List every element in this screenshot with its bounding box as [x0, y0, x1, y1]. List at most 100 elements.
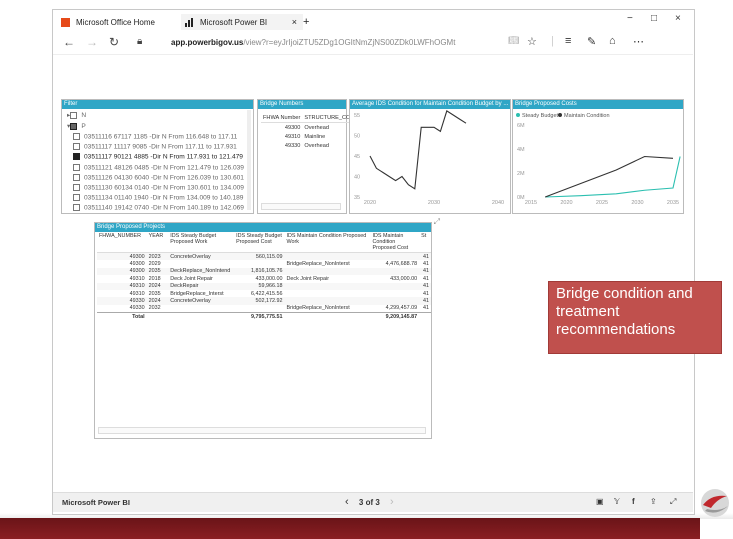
filter-group-n[interactable]: ▸ N	[67, 111, 86, 119]
callout-text: Bridge condition and treatment recommend…	[556, 285, 693, 338]
bridge-projects-table: Bridge Proposed Projects FHWA_NUMBER YEA…	[94, 217, 440, 439]
table-row[interactable]: 49310 2024 DeckRepair 59,966.18 41	[97, 282, 431, 290]
series-line[interactable]	[545, 156, 681, 198]
hub-icon[interactable]: ≡	[565, 35, 571, 47]
column-header[interactable]: IDS Steady Budget Proposed Work	[168, 232, 235, 253]
favorite-star-icon[interactable]: ☆	[527, 35, 537, 48]
checkbox[interactable]	[70, 111, 78, 119]
cell	[419, 313, 431, 321]
checkbox[interactable]	[70, 122, 78, 130]
back-icon[interactable]: ←	[63, 35, 75, 49]
cell	[371, 297, 420, 304]
table-row[interactable]: 49310 Mainline	[261, 132, 352, 141]
series-line[interactable]	[369, 110, 467, 190]
table-row[interactable]: 49310 2035 BridgeReplace_Interst 6,422,415.…	[97, 290, 431, 297]
checkbox[interactable]	[73, 133, 80, 140]
bridge-numbers-grid: FHWA Number STRUCTURE_CO 49300 Overhead 4…	[261, 113, 353, 150]
filter-item[interactable]: 03511117 90121 4885 -Dir N From 117.931 …	[73, 153, 243, 161]
column-header[interactable]: FHWA Number	[261, 113, 302, 123]
focus-mode-icon[interactable]: ⤢	[434, 217, 440, 227]
table-row[interactable]: 49330 Overhead	[261, 141, 352, 150]
next-page-button[interactable]: ›	[390, 496, 394, 508]
filter-item-label: 03511116 67117 1185 -Dir N From 116.648 …	[84, 133, 238, 141]
url-field[interactable]: app.powerbigov.us/view?r=eyJrIjoiZTU5ZDg…	[171, 38, 456, 47]
filter-scrollbar[interactable]	[247, 110, 251, 210]
filter-item[interactable]: 03511134 01140 1940 -Dir N From 134.009 …	[73, 194, 243, 201]
cell: 49310	[284, 133, 301, 140]
checkbox[interactable]	[73, 143, 80, 151]
table-row[interactable]: 49330 2032 BridgeReplace_NonInterst 4,299,4…	[97, 305, 431, 313]
minimize-icon[interactable]: −	[627, 13, 633, 24]
table-row[interactable]: 49330 2024 ConcreteOverlay 502,172.92 41	[97, 297, 431, 305]
condition-plot: 35 40 45 50 55 2020 2030 2040	[354, 110, 504, 206]
filter-title: Filter	[62, 100, 253, 109]
close-window-icon[interactable]: ×	[675, 13, 681, 24]
filter-item[interactable]: 03511130 60134 0140 -Dir N From 130.601 …	[73, 184, 244, 191]
cell: 49300	[129, 261, 145, 268]
column-header[interactable]: IDS Maintain Condition Proposed Cost	[370, 232, 420, 253]
column-header[interactable]: FHWA_NUMBER	[97, 232, 147, 253]
twitter-icon[interactable]: 𝕐	[614, 497, 620, 506]
x-tick-label: 2025	[596, 200, 608, 206]
legend-label: Maintain Condition	[564, 113, 610, 119]
table-row[interactable]: 49300 2023 ConcreteOverlay 560,115.09 41	[97, 252, 431, 261]
address-bar: ← → ↻ 🔒︎ app.powerbigov.us/view?r=eyJrIj…	[53, 32, 693, 55]
fullscreen-icon[interactable]: ⤢	[670, 497, 676, 507]
facebook-icon[interactable]: f	[632, 497, 635, 506]
share-icon[interactable]: ⌂	[609, 35, 616, 47]
web-note-icon[interactable]: ✎	[587, 35, 596, 48]
column-header[interactable]: YEAR	[146, 232, 169, 253]
checkbox[interactable]	[73, 163, 80, 171]
filter-item-label: 03511130 60134 0140 -Dir N From 130.601 …	[84, 184, 244, 192]
filter-group-p[interactable]: ▾ P	[67, 122, 86, 130]
table-row[interactable]: 49300 2035 DeckReplace_NonIntend 1,816,105.…	[97, 267, 431, 276]
filter-item[interactable]: 03511121 48126 0485 -Dir N From 121.479 …	[73, 163, 244, 171]
series-line[interactable]	[545, 155, 674, 198]
tab-label: Microsoft Power BI	[200, 17, 268, 27]
filter-item[interactable]: 03511116 67117 1185 -Dir N From 116.648 …	[73, 133, 237, 140]
tab-power-bi[interactable]: Microsoft Power BI ×	[181, 14, 303, 30]
checkbox[interactable]	[73, 184, 80, 191]
x-tick-label: 2030	[631, 200, 643, 206]
horizontal-scrollbar[interactable]	[98, 427, 426, 434]
cell	[168, 313, 234, 321]
filter-item[interactable]: 03511117 11117 9085 -Dir N From 117.11 t…	[73, 143, 237, 150]
cell: 49300	[129, 268, 145, 275]
maximize-icon[interactable]: □	[651, 13, 657, 24]
column-header[interactable]: IDS Steady Budget Proposed Cost	[234, 232, 285, 253]
power-bi-icon	[185, 17, 194, 27]
prev-page-button[interactable]: ‹	[345, 496, 349, 508]
checkbox[interactable]	[73, 194, 80, 202]
share-report-icon[interactable]: ⇪	[650, 497, 657, 506]
checkbox[interactable]	[73, 153, 80, 161]
table-row[interactable]: 49300 Overhead	[261, 123, 352, 133]
filter-item[interactable]: 03511140 19142 0740 -Dir N From 140.189 …	[73, 204, 244, 212]
column-header[interactable]: STRUCTURE_CO	[302, 113, 352, 123]
table-row[interactable]: 49310 2018 Deck Joint Repair 433,000.00 Deck…	[97, 275, 431, 282]
filter-item-label: 03511134 01140 1940 -Dir N From 134.009 …	[84, 194, 244, 202]
cell: 59,966.18	[258, 283, 283, 290]
cell: DeckRepair	[170, 283, 199, 290]
cell: Deck Joint Repair	[170, 275, 213, 282]
table-row[interactable]: 49300 2029 BridgeReplace_NonInterst 4,476,6…	[97, 260, 431, 267]
y-tick-label: 40	[354, 175, 360, 181]
column-header[interactable]: St	[419, 232, 431, 253]
tab-office-home[interactable]: Microsoft Office Home	[61, 14, 155, 30]
close-tab-icon[interactable]: ×	[292, 17, 297, 27]
column-header[interactable]: IDS Maintain Condition Proposed Work	[284, 232, 371, 253]
group-label: N	[81, 112, 87, 119]
page-navigator: ‹ 3 of 3 ›	[345, 496, 394, 508]
legend-marker	[516, 113, 520, 117]
cell	[371, 290, 420, 297]
horizontal-scrollbar[interactable]	[261, 203, 341, 210]
new-tab-button[interactable]: +	[303, 14, 309, 30]
forward-icon[interactable]: →	[86, 35, 98, 49]
more-icon[interactable]: ⋯	[633, 35, 644, 48]
checkbox[interactable]	[73, 204, 80, 212]
linkedin-icon[interactable]: ▣	[596, 497, 604, 506]
refresh-icon[interactable]: ↻	[109, 35, 119, 49]
projects-grid: FHWA_NUMBER YEAR IDS Steady Budget Propo…	[97, 232, 431, 321]
reading-view-icon[interactable]: 📖︎	[508, 35, 519, 46]
checkbox[interactable]	[73, 173, 80, 181]
filter-item[interactable]: 03511126 04130 6040 -Dir N From 126.039 …	[73, 173, 244, 181]
